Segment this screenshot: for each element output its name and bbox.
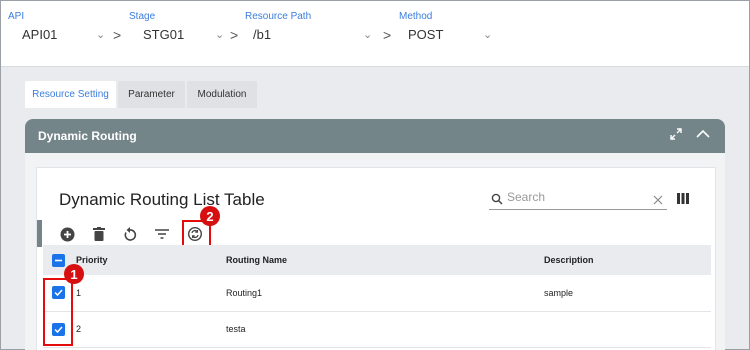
chevron-down-icon: ⌄ [363, 29, 373, 41]
resource-path-label: Resource Path [245, 11, 312, 22]
table-row[interactable]: 2 testa [43, 311, 711, 348]
chevron-right-icon: > [230, 27, 239, 43]
chevron-down-icon: ⌄ [96, 29, 106, 41]
chevron-down-icon: ⌄ [483, 29, 493, 41]
api-select[interactable]: API API01 ⌄ [8, 11, 108, 42]
refresh-button[interactable] [121, 225, 139, 243]
stage-select[interactable]: Stage STG01 ⌄ [129, 11, 229, 42]
header-description[interactable]: Description [544, 245, 711, 275]
filter-icon [155, 229, 169, 239]
callout-badge-1: 1 [64, 264, 84, 284]
priority-cell: 2 [76, 311, 226, 348]
resource-path-value: /b1 [253, 27, 272, 42]
search-input[interactable] [507, 190, 647, 204]
stage-value: STG01 [143, 27, 185, 42]
tab-resource-setting[interactable]: Resource Setting [25, 81, 116, 108]
api-label: API [8, 11, 25, 22]
plus-circle-icon [60, 227, 74, 241]
dynamic-routing-panel: Dynamic Routing Dynamic Routing List Tab… [25, 119, 725, 350]
collapse-icon[interactable] [695, 127, 711, 141]
routing-list-card: Dynamic Routing List Table Search 2 Prio… [36, 167, 716, 350]
delete-button[interactable] [90, 225, 108, 243]
description-cell [544, 311, 711, 348]
priority-cell: 1 [76, 275, 226, 312]
tab-modulation[interactable]: Modulation [187, 81, 257, 108]
card-title: Dynamic Routing List Table [59, 190, 265, 209]
api-value: API01 [22, 27, 58, 42]
chevron-down-icon: ⌄ [215, 29, 225, 41]
refresh-icon [124, 226, 137, 241]
table-row[interactable]: 1 Routing1 sample [43, 275, 711, 312]
header-routing-name[interactable]: Routing Name [226, 245, 544, 275]
trash-icon [93, 227, 105, 241]
routing-name-cell: testa [226, 311, 544, 348]
method-value: POST [408, 27, 444, 42]
chevron-right-icon: > [383, 27, 392, 43]
columns-icon[interactable] [677, 193, 689, 204]
resource-path-select[interactable]: Resource Path /b1 ⌄ [245, 11, 375, 42]
clear-icon[interactable] [653, 195, 663, 205]
add-button[interactable] [58, 225, 76, 243]
method-select[interactable]: Method POST ⌄ [399, 11, 499, 42]
top-filter-bar: API API01 ⌄ > Stage STG01 ⌄ > Resource P… [1, 1, 749, 67]
expand-icon[interactable] [669, 127, 683, 141]
chevron-right-icon: > [113, 27, 122, 43]
method-label: Method [399, 11, 433, 22]
filter-button[interactable] [153, 225, 171, 243]
minus-icon [55, 259, 62, 261]
stage-label: Stage [129, 11, 156, 22]
search-icon [491, 193, 503, 205]
search-box [489, 188, 667, 210]
panel-header: Dynamic Routing [25, 119, 725, 153]
table-header-row: Priority Routing Name Description [43, 245, 711, 275]
callout-badge-2: 2 [200, 206, 220, 226]
select-all-checkbox[interactable] [52, 253, 65, 267]
routing-table: Priority Routing Name Description 1 Rout… [43, 245, 711, 348]
tab-parameter[interactable]: Parameter [118, 81, 185, 108]
panel-title: Dynamic Routing [38, 129, 137, 143]
routing-name-cell: Routing1 [226, 275, 544, 312]
header-priority[interactable]: Priority [76, 245, 226, 275]
checkbox-callout-box [43, 278, 73, 346]
description-cell: sample [544, 275, 711, 312]
